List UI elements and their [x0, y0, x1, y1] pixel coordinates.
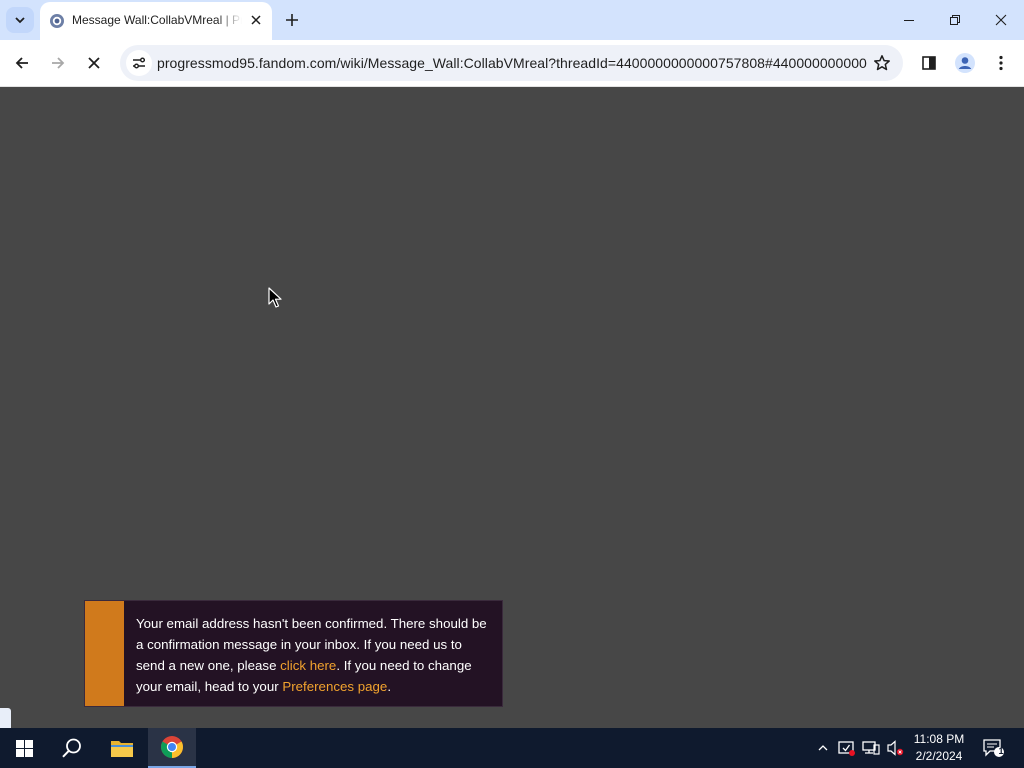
notification-count-badge: 1 — [998, 746, 1004, 756]
tab-title: Message Wall:CollabVMreal | Progressmod9… — [72, 13, 242, 27]
system-clock[interactable]: 11:08 PM 2/2/2024 — [903, 731, 975, 765]
close-icon — [251, 15, 261, 25]
resend-confirmation-link[interactable]: click here — [280, 658, 336, 673]
stop-loading-button[interactable] — [79, 48, 109, 78]
tab-strip: Message Wall:CollabVMreal | Progressmod9… — [0, 0, 1024, 40]
volume-muted-icon — [887, 740, 904, 756]
action-center-button[interactable]: 1 — [983, 739, 1005, 757]
banner-message: Your email address hasn't been confirmed… — [124, 601, 502, 706]
restore-icon — [950, 15, 960, 25]
tune-icon — [133, 57, 145, 69]
restore-button[interactable] — [932, 0, 978, 40]
fandom-favicon-icon — [50, 14, 64, 28]
back-button[interactable] — [7, 48, 37, 78]
start-button[interactable] — [0, 728, 48, 768]
chevron-down-icon — [15, 17, 25, 24]
volume-button[interactable] — [886, 739, 904, 757]
clock-time: 11:08 PM — [913, 732, 965, 746]
chrome-taskbar-button[interactable] — [148, 728, 196, 768]
mouse-cursor-icon — [268, 287, 282, 308]
minimize-icon — [904, 20, 914, 21]
email-confirmation-banner: Your email address hasn't been confirmed… — [84, 600, 503, 707]
minimize-button[interactable] — [886, 0, 932, 40]
arrow-left-icon — [15, 57, 28, 69]
bookmark-button[interactable] — [871, 52, 893, 74]
clock-date: 2/2/2024 — [915, 749, 963, 763]
security-alert-icon — [838, 741, 855, 756]
edge-sliver — [0, 708, 11, 728]
star-icon — [874, 55, 890, 71]
folder-icon — [111, 741, 133, 757]
preferences-page-link[interactable]: Preferences page — [282, 679, 387, 694]
url-text[interactable]: progressmod95.fandom.com/wiki/Message_Wa… — [157, 55, 867, 71]
close-icon — [88, 57, 100, 69]
file-explorer-button[interactable] — [98, 728, 146, 768]
chevron-up-icon — [818, 745, 828, 751]
tab-search-button[interactable] — [6, 7, 34, 33]
menu-button[interactable] — [986, 48, 1016, 78]
close-icon — [995, 14, 1007, 26]
taskbar-search-button[interactable] — [48, 728, 96, 768]
address-bar[interactable]: progressmod95.fandom.com/wiki/Message_Wa… — [120, 45, 903, 81]
tab-close-button[interactable] — [248, 12, 264, 28]
side-panel-icon — [922, 56, 936, 70]
more-vert-icon — [999, 55, 1003, 71]
banner-text-part-3: . — [387, 679, 392, 694]
site-info-button[interactable] — [126, 50, 152, 76]
windows-logo-icon — [15, 739, 33, 757]
profile-button[interactable] — [950, 48, 980, 78]
avatar-icon — [955, 53, 975, 73]
network-button[interactable] — [862, 739, 880, 757]
tray-app-button[interactable] — [838, 739, 856, 757]
side-panel-button[interactable] — [914, 48, 944, 78]
tab-active[interactable]: Message Wall:CollabVMreal | Progressmod9… — [40, 2, 272, 40]
show-hidden-icons-button[interactable] — [814, 739, 832, 757]
chrome-icon — [161, 736, 183, 758]
search-icon — [62, 738, 81, 758]
windows-taskbar: 11:08 PM 2/2/2024 1 — [0, 728, 1024, 768]
network-icon — [862, 741, 880, 755]
arrow-right-icon — [52, 57, 65, 69]
close-window-button[interactable] — [978, 0, 1024, 40]
browser-toolbar: progressmod95.fandom.com/wiki/Message_Wa… — [0, 40, 1024, 87]
banner-accent-stripe — [85, 601, 124, 706]
new-tab-button[interactable] — [280, 8, 304, 32]
plus-icon — [286, 14, 298, 26]
forward-button[interactable] — [43, 48, 73, 78]
